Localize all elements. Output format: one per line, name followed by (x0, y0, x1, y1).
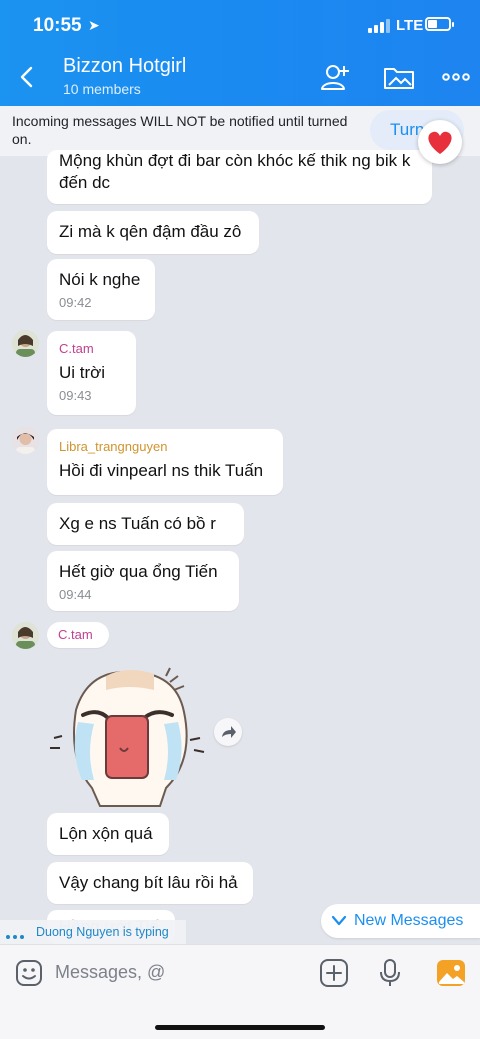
location-icon: ➤ (88, 17, 100, 33)
sender-name[interactable]: C.tam (47, 622, 109, 642)
message-time: 09:42 (59, 295, 92, 310)
message-text: Zi mà k qên đậm đầu zô (59, 222, 242, 241)
message-text: Xg e ns Tuấn có bồ r (59, 514, 216, 533)
home-indicator (155, 1025, 325, 1030)
battery-icon (425, 17, 454, 31)
message-bubble[interactable]: Libra_trangnguyen Hồi đi vinpearl ns thi… (47, 429, 283, 495)
message-bubble[interactable]: Zi mà k qên đậm đầu zô (47, 211, 259, 254)
sender-name[interactable]: C.tam (47, 331, 136, 356)
share-button[interactable] (214, 718, 242, 746)
avatar[interactable] (12, 622, 39, 649)
network-label: LTE (396, 17, 424, 34)
avatar[interactable] (12, 427, 39, 454)
message-text: Lộn xộn quá (59, 824, 153, 843)
message-bubble[interactable]: Xg e ns Tuấn có bồ r (47, 503, 244, 545)
message-bubble[interactable]: Mộng khùn đợt đi bar còn khóc kế thik ng… (47, 150, 432, 204)
message-input[interactable]: Messages, @ (55, 962, 165, 983)
new-messages-label: New Messages (354, 912, 464, 929)
notification-banner-text: Incoming messages WILL NOT be notified u… (12, 113, 348, 147)
message-bubble[interactable]: Nói k nghe 09:42 (47, 259, 155, 320)
microphone-icon[interactable] (375, 958, 405, 988)
message-text: Hết giờ qua ổng Tiến (59, 562, 218, 581)
avatar[interactable] (12, 330, 39, 357)
signal-icon (368, 19, 390, 33)
media-folder-icon[interactable] (382, 62, 416, 92)
sender-name[interactable]: Libra_trangnguyen (47, 429, 283, 454)
message-time: 09:43 (59, 388, 92, 403)
chat-title[interactable]: Bizzon Hotgirl (63, 55, 186, 78)
member-count[interactable]: 10 members (63, 81, 141, 97)
message-text: Ui trời (59, 363, 106, 382)
heart-reaction-button[interactable] (418, 120, 462, 164)
message-bubble[interactable]: Hết giờ qua ổng Tiến 09:44 (47, 551, 239, 611)
photo-gallery-icon[interactable] (436, 958, 466, 988)
add-attachment-icon[interactable] (319, 958, 349, 988)
typing-dots-icon (6, 928, 27, 942)
message-time: 09:44 (59, 587, 92, 602)
status-time: 10:55 (33, 15, 82, 36)
heart-icon (428, 131, 452, 154)
message-text: Vậy chang bít lâu rồi hả (59, 873, 238, 892)
more-options-icon[interactable] (440, 62, 474, 92)
header-bar: 10:55 ➤ LTE Bizzon Hotgirl 10 members (0, 0, 480, 106)
chevron-down-icon (331, 915, 347, 926)
message-composer: Messages, @ (0, 944, 480, 1039)
message-text: Mộng khùn đợt đi bar còn khóc kế thik ng… (59, 151, 411, 192)
typing-indicator: Duong Nguyen is typing (0, 920, 186, 944)
new-messages-button[interactable]: New Messages (321, 904, 480, 938)
add-member-icon[interactable] (320, 62, 354, 92)
message-bubble[interactable]: Vậy chang bít lâu rồi hả (47, 862, 253, 904)
message-text: Hồi đi vinpearl ns thik Tuấn (59, 461, 264, 480)
notification-banner: Incoming messages WILL NOT be notified u… (0, 106, 480, 156)
emoji-sticker-icon[interactable] (14, 958, 44, 988)
message-text: Nói k nghe (59, 270, 141, 289)
crying-sticker[interactable] (48, 660, 208, 810)
status-bar: 10:55 ➤ LTE (0, 0, 480, 52)
typing-text: Duong Nguyen is typing (36, 925, 169, 939)
message-bubble[interactable]: C.tam Ui trời 09:43 (47, 331, 136, 415)
message-bubble[interactable]: C.tam (47, 622, 109, 648)
message-bubble[interactable]: Lộn xộn quá (47, 813, 169, 855)
back-icon[interactable] (14, 62, 40, 92)
